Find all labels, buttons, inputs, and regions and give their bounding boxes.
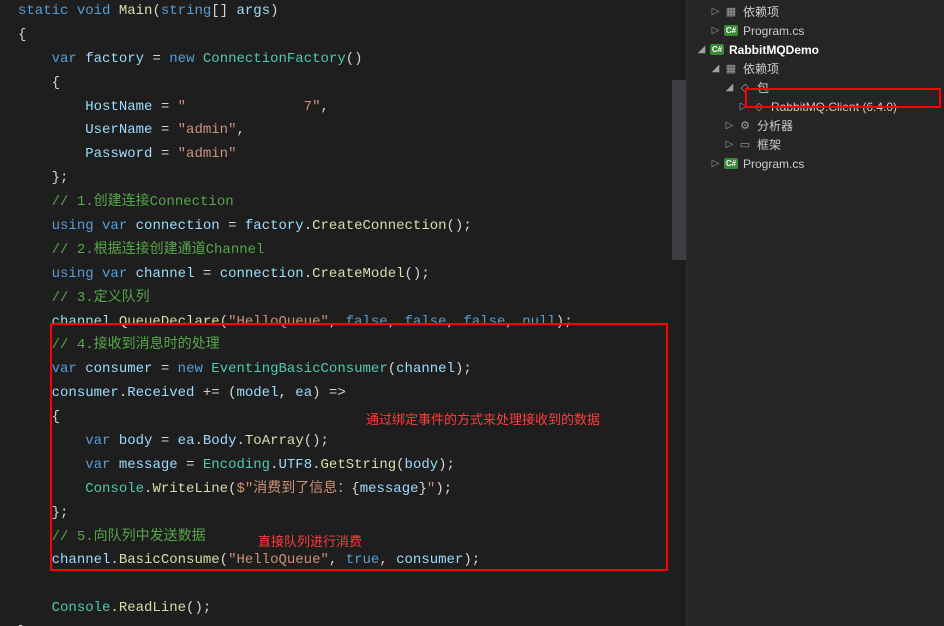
chevron-down-icon: ◢ [695, 43, 708, 56]
dependencies-icon: ▦ [723, 4, 739, 20]
package-icon: ◇ [737, 80, 753, 96]
tree-item-label: 包 [757, 79, 769, 96]
tree-item-label: 依赖项 [743, 3, 779, 20]
csharp-project-icon: C# [709, 42, 725, 58]
analyzer-icon: ⚙ [737, 118, 753, 134]
chevron-right-icon: ▷ [737, 100, 750, 113]
tree-item-label: 框架 [757, 136, 781, 153]
tree-item-frameworks[interactable]: ▷ ▭ 框架 [687, 135, 944, 154]
tree-item-program-cs-2[interactable]: ▷ C# Program.cs [687, 154, 944, 173]
chevron-right-icon: ▷ [723, 138, 736, 151]
tree-item-label: 依赖项 [743, 60, 779, 77]
tree-item-dependencies-top[interactable]: ▷ ▦ 依赖项 [687, 2, 944, 21]
code-editor[interactable]: static void Main(string[] args) { var fa… [0, 0, 686, 626]
editor-scroll-thumb[interactable] [672, 80, 686, 260]
tree-item-packages[interactable]: ◢ ◇ 包 [687, 78, 944, 97]
nuget-package-icon: ◇ [751, 99, 767, 115]
tree-item-rabbitmq-client[interactable]: ▷ ◇ RabbitMQ.Client (6.4.0) [687, 97, 944, 116]
tree-item-label: 分析器 [757, 117, 793, 134]
tree-item-program-cs[interactable]: ▷ C# Program.cs [687, 21, 944, 40]
chevron-right-icon: ▷ [709, 24, 722, 37]
chevron-right-icon: ▷ [709, 5, 722, 18]
tree-item-analyzers[interactable]: ▷ ⚙ 分析器 [687, 116, 944, 135]
solution-explorer[interactable]: ▷ ▦ 依赖项 ▷ C# Program.cs ◢ C# RabbitMQDem… [686, 0, 944, 626]
tree-item-label: RabbitMQDemo [729, 43, 819, 57]
chevron-down-icon: ◢ [709, 62, 722, 75]
framework-icon: ▭ [737, 137, 753, 153]
chevron-right-icon: ▷ [709, 157, 722, 170]
chevron-right-icon: ▷ [723, 119, 736, 132]
tree-item-label: Program.cs [743, 24, 804, 38]
chevron-down-icon: ◢ [723, 81, 736, 94]
csharp-file-icon: C# [723, 156, 739, 172]
tree-item-label: Program.cs [743, 157, 804, 171]
annotation-1: 通过绑定事件的方式来处理接收到的数据 [366, 408, 600, 432]
dependencies-icon: ▦ [723, 61, 739, 77]
tree-item-dependencies[interactable]: ◢ ▦ 依赖项 [687, 59, 944, 78]
tree-item-label: RabbitMQ.Client (6.4.0) [771, 100, 897, 114]
csharp-file-icon: C# [723, 23, 739, 39]
tree-item-project[interactable]: ◢ C# RabbitMQDemo [687, 40, 944, 59]
editor-scrollbar[interactable] [672, 0, 686, 626]
